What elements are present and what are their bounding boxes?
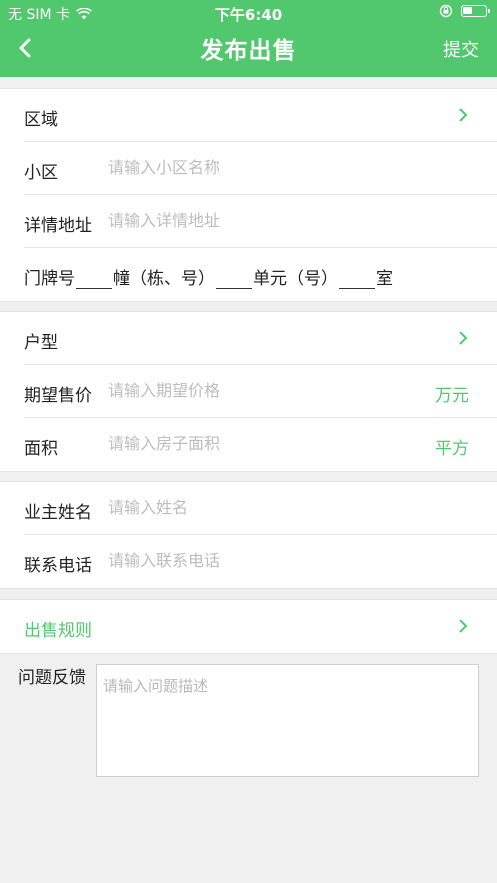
layout-label: 户型: [24, 333, 58, 353]
chevron-right-icon: [459, 331, 468, 345]
area-input[interactable]: [108, 434, 408, 453]
door-number-row: 门牌号 幢（栋、号） 单元（号） 室: [24, 248, 497, 301]
unit-suffix: 单元（号）: [253, 269, 338, 289]
phone-input[interactable]: [108, 551, 408, 570]
rules-label: 出售规则: [24, 621, 92, 641]
owner-label: 业主姓名: [24, 503, 92, 523]
section-owner: 业主姓名 联系电话: [0, 481, 497, 589]
door-number-label: 门牌号: [24, 269, 75, 289]
region-row[interactable]: 区域: [24, 89, 497, 142]
feedback-label: 问题反馈: [18, 668, 86, 688]
region-label: 区域: [24, 110, 58, 130]
layout-row[interactable]: 户型: [24, 312, 497, 365]
price-input[interactable]: [108, 381, 408, 400]
section-rules: 出售规则: [0, 599, 497, 654]
feedback-textarea[interactable]: [96, 664, 479, 777]
area-unit: 平方: [435, 439, 469, 459]
section-location: 区域 小区 详情地址 门牌号 幢（栋、号） 单元（号） 室: [0, 88, 497, 302]
submit-button[interactable]: 提交: [443, 36, 479, 62]
status-time: 下午6:40: [214, 6, 283, 24]
building-blank-input[interactable]: [76, 269, 112, 289]
status-bar: 无 SIM 卡 下午6:40: [0, 0, 497, 26]
page-title: 发布出售: [200, 38, 297, 64]
header: 无 SIM 卡 下午6:40 发布出售 提交: [0, 0, 497, 77]
price-unit: 万元: [435, 386, 469, 406]
status-right: [439, 4, 490, 18]
address-label: 详情地址: [24, 216, 92, 236]
phone-label: 联系电话: [24, 556, 92, 576]
chevron-right-icon: [459, 619, 468, 633]
room-suffix: 室: [376, 269, 393, 289]
rules-row[interactable]: 出售规则: [24, 600, 497, 653]
unit-blank-input[interactable]: [216, 269, 252, 289]
community-row: 小区: [24, 142, 497, 195]
area-row: 面积 平方: [24, 418, 497, 471]
chevron-right-icon: [459, 108, 468, 122]
phone-row: 联系电话: [24, 535, 497, 588]
address-row: 详情地址: [24, 195, 497, 248]
nav-bar: 发布出售 提交: [0, 26, 497, 77]
section-house: 户型 期望售价 万元 面积 平方: [0, 311, 497, 472]
building-suffix: 幢（栋、号）: [113, 269, 215, 289]
address-input[interactable]: [108, 211, 408, 230]
orientation-lock-icon: [439, 4, 453, 18]
room-blank-input[interactable]: [339, 269, 375, 289]
community-input[interactable]: [108, 158, 408, 177]
battery-icon: [461, 5, 490, 17]
price-label: 期望售价: [24, 386, 92, 406]
price-row: 期望售价 万元: [24, 365, 497, 418]
area-label: 面积: [24, 439, 58, 459]
community-label: 小区: [24, 163, 58, 183]
owner-input[interactable]: [108, 498, 408, 517]
owner-row: 业主姓名: [24, 482, 497, 535]
feedback-section: 问题反馈: [0, 652, 497, 883]
door-number-field: 门牌号 幢（栋、号） 单元（号） 室: [24, 264, 393, 289]
